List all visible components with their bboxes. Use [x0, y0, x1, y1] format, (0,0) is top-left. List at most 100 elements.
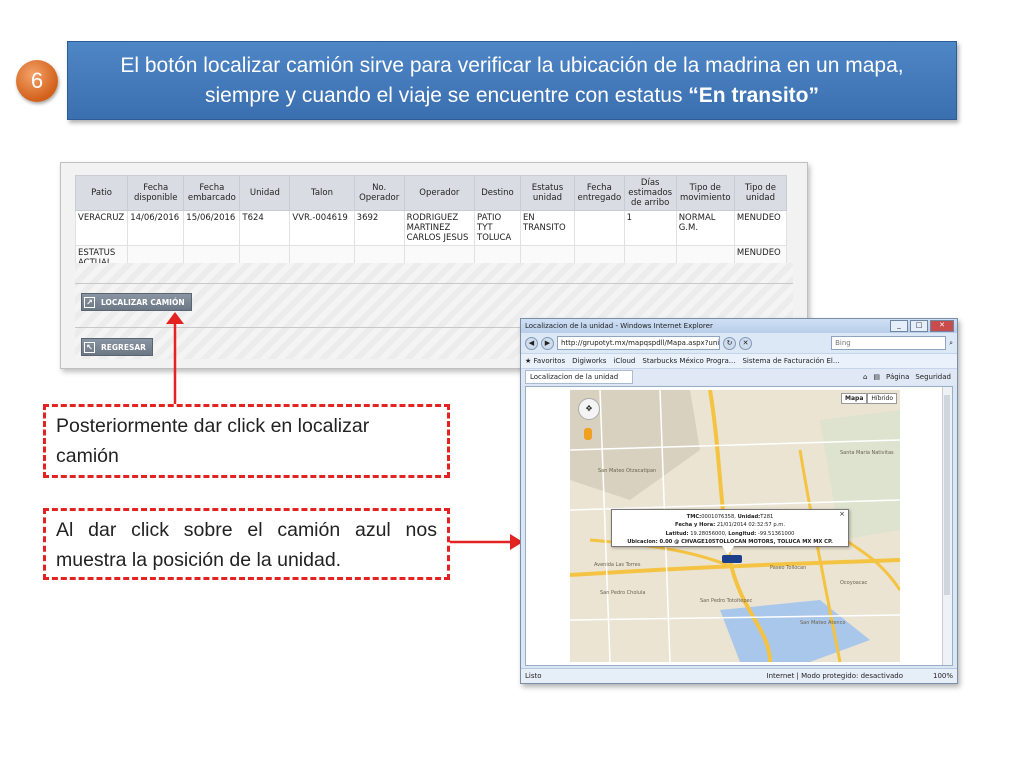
security-zone: Internet | Modo protegido: desactivado — [766, 672, 903, 680]
map-type-mapa[interactable]: Mapa — [841, 393, 868, 404]
search-input[interactable]: Bing — [831, 336, 947, 350]
zoom-level[interactable]: 100% — [933, 672, 953, 680]
minimize-icon[interactable]: _ — [890, 320, 908, 332]
favorites-star-icon[interactable]: ★ Favoritos — [525, 357, 565, 365]
home-icon[interactable]: ⌂ — [863, 373, 867, 381]
fav-item-digiworks[interactable]: Digiworks — [572, 357, 606, 365]
forward-nav-icon[interactable]: ▶ — [541, 336, 554, 350]
info-line-1: TMC:0001076358, Unidad:T281 — [686, 514, 774, 520]
cell-operador: RODRIGUEZ MARTINEZ CARLOS JESUS — [403, 210, 476, 246]
map-label: San Mateo Otzacatipan — [598, 468, 657, 474]
header-text: El botón localizar camión sirve para ver… — [68, 51, 956, 111]
url-input[interactable]: http://grupotyt.mx/mapqspdll/Mapa.aspx?u… — [557, 336, 720, 350]
browser-content: Mapa Híbrido ✥ Avenida Las Torres Paseo … — [525, 386, 953, 666]
info-line-3: Latitud: 19.28056000, Longitud: -99.5136… — [665, 530, 795, 537]
cell-no-operador: 3692 — [353, 210, 405, 246]
truck-info-window: × TMC:0001076358, Unidad:T281 Fecha y Ho… — [611, 509, 849, 547]
step-number-badge: 6 — [16, 60, 58, 102]
print-icon[interactable]: ▤ — [873, 373, 880, 381]
maximize-icon[interactable]: □ — [910, 320, 928, 332]
tab-localizacion[interactable]: Localizacion de la unidad — [525, 370, 634, 384]
note-1-text: Posteriormente dar click en localizar ca… — [56, 415, 370, 467]
map-label: San Pedro Totoltepec — [700, 598, 753, 604]
browser-window: Localizacion de la unidad - Windows Inte… — [520, 318, 958, 684]
tab-bar: Localizacion de la unidad ⌂ ▤ Página Seg… — [521, 368, 957, 385]
map-type-hibrido[interactable]: Híbrido — [867, 393, 897, 404]
close-info-icon[interactable]: × — [839, 510, 845, 518]
map-label: Paseo Tollocan — [770, 565, 807, 571]
column-header: Fecha embarcado — [183, 175, 241, 211]
cell-unidad: T624 — [239, 210, 291, 246]
cell-tipo-unidad: MENUDEO — [733, 210, 788, 246]
column-header: No. Operador — [353, 175, 405, 211]
table-row: VERACRUZ 14/06/2016 15/06/2016 T624 VVR.… — [74, 210, 788, 246]
fav-item-starbucks[interactable]: Starbucks México Progra... — [642, 357, 735, 365]
back-icon: ↖ — [84, 341, 95, 353]
browser-title: Localizacion de la unidad - Windows Inte… — [525, 322, 713, 330]
browser-title-bar: Localizacion de la unidad - Windows Inte… — [521, 319, 957, 333]
pan-control-icon[interactable]: ✥ — [578, 398, 600, 420]
localizar-camion-button[interactable]: ↗ LOCALIZAR CAMIÓN — [81, 293, 192, 311]
cell-fecha-entregado — [574, 210, 625, 246]
column-header: Estatus unidad — [519, 175, 576, 211]
column-header: Días estimados de arribo — [623, 175, 677, 211]
truck-icon[interactable] — [722, 555, 742, 563]
instruction-note-2: Al dar click sobre el camión azul nos mu… — [43, 508, 450, 580]
stop-icon[interactable]: ✕ — [739, 336, 752, 350]
browser-status-bar: Listo Internet | Modo protegido: desacti… — [521, 668, 957, 683]
cell-estatus: EN TRANSITO — [519, 210, 576, 246]
safety-menu[interactable]: Seguridad — [915, 373, 951, 381]
header-text-bold: “En transito” — [688, 83, 819, 107]
page-menu[interactable]: Página — [886, 373, 909, 381]
arrow-to-map — [450, 534, 523, 550]
cell-patio: VERACRUZ — [74, 210, 129, 246]
favorites-bar: ★ Favoritos Digiworks iCloud Starbucks M… — [521, 353, 957, 368]
map-label: San Mateo Atenco — [800, 620, 846, 626]
info-line-2: Fecha y Hora: 21/01/2014 02:32:57 p.m. — [675, 522, 785, 529]
cell-talon: VVR.-004619 — [289, 210, 355, 246]
address-bar: ◀ ▶ http://grupotyt.mx/mapqspdll/Mapa.as… — [521, 333, 957, 353]
column-header: Tipo de unidad — [733, 175, 788, 211]
status-text: Listo — [525, 672, 542, 680]
column-header: Fecha entregado — [574, 175, 625, 211]
vertical-scrollbar[interactable] — [942, 387, 952, 665]
map-label: Ocoyoacac — [840, 580, 868, 586]
cell-fecha-disponible: 14/06/2016 — [127, 210, 185, 246]
cell-dias: 1 — [623, 210, 677, 246]
column-header: Talon — [289, 175, 355, 211]
localizar-camion-label: LOCALIZAR CAMIÓN — [101, 297, 185, 307]
column-header: Tipo de movimiento — [675, 175, 735, 211]
refresh-icon[interactable]: ↻ — [723, 336, 736, 350]
map-type-toggle: Mapa Híbrido — [841, 393, 897, 404]
close-window-icon[interactable]: ✕ — [930, 320, 954, 332]
fav-item-icloud[interactable]: iCloud — [613, 357, 635, 365]
column-header: Patio — [74, 175, 129, 211]
map-label: San Pedro Cholula — [600, 590, 646, 596]
search-icon[interactable]: ⌕ — [949, 339, 953, 348]
map-label: Avenida Las Torres — [594, 562, 641, 568]
favorites-label: Favoritos — [533, 357, 566, 365]
cell-fecha-embarcado: 15/06/2016 — [183, 210, 241, 246]
header-banner: El botón localizar camión sirve para ver… — [67, 41, 957, 120]
arrow-to-button — [166, 312, 184, 410]
column-header: Fecha disponible — [127, 175, 185, 211]
divider — [75, 283, 793, 284]
locate-icon: ↗ — [84, 296, 95, 308]
back-nav-icon[interactable]: ◀ — [525, 336, 538, 350]
note-2-text: Al dar click sobre el camión azul nos mu… — [56, 519, 437, 571]
trips-table: Patio Fecha disponible Fecha embarcado U… — [74, 175, 788, 271]
column-header: Unidad — [239, 175, 291, 211]
regresar-button[interactable]: ↖ REGRESAR — [81, 338, 153, 356]
pegman-icon[interactable] — [584, 428, 592, 440]
info-window-tail — [722, 546, 734, 555]
cell-tipo-movimiento: NORMAL G.M. — [675, 210, 735, 246]
table-header-row: Patio Fecha disponible Fecha embarcado U… — [74, 175, 788, 211]
fav-item-facturacion[interactable]: Sistema de Facturación El... — [742, 357, 839, 365]
column-header: Operador — [403, 175, 476, 211]
map-view[interactable]: Mapa Híbrido ✥ Avenida Las Torres Paseo … — [570, 390, 900, 662]
map-label: Santa Maria Nativitas — [840, 450, 894, 456]
instruction-note-1: Posteriormente dar click en localizar ca… — [43, 404, 450, 478]
cell-destino: PATIO TYT TOLUCA — [474, 210, 521, 246]
column-header: Destino — [474, 175, 521, 211]
regresar-label: REGRESAR — [101, 342, 146, 352]
